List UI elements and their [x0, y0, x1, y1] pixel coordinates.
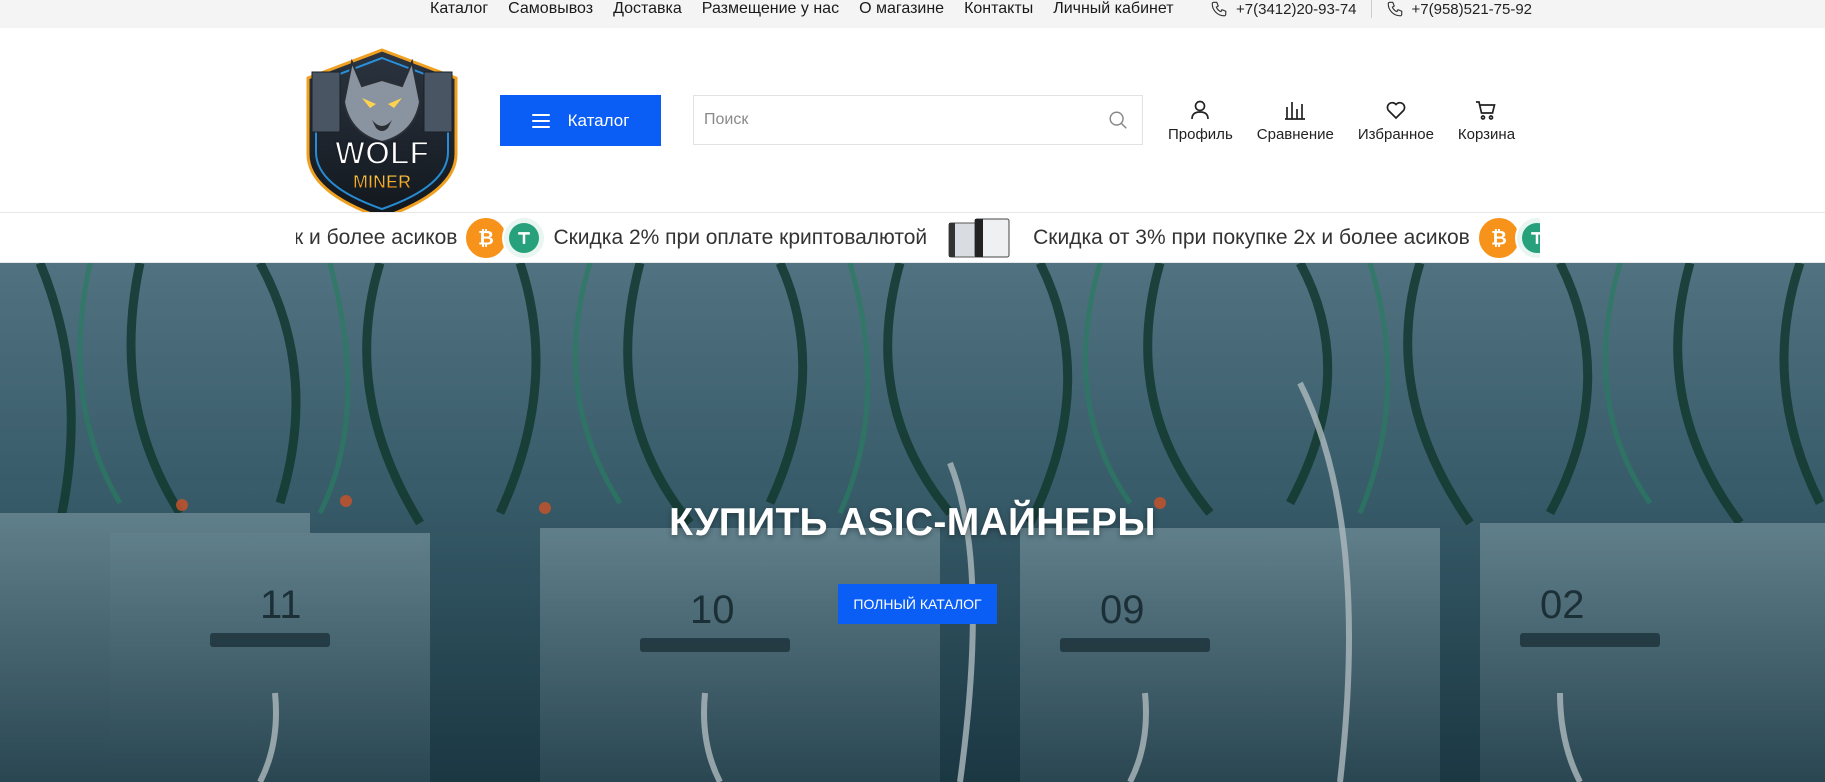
phone-number-2: +7(958)521-75-92	[1411, 0, 1533, 18]
tether-icon	[1514, 215, 1540, 260]
phone-icon	[1387, 1, 1402, 17]
cart-link[interactable]: Корзина	[1458, 98, 1515, 143]
cart-label: Корзина	[1457, 126, 1516, 143]
top-nav-catalog[interactable]: Каталог	[430, 0, 488, 18]
top-nav-about[interactable]: О магазине	[859, 0, 944, 18]
search-icon[interactable]	[1107, 109, 1129, 131]
phone-divider	[1370, 0, 1372, 18]
phone-list: +7(3412)20-93-74 +7(958)521-75-92	[1210, 0, 1532, 18]
hero-banner: 11 10 09 02 КУПИТЬ ASIC-МАЙНЕРЫ ПОЛНЫЙ К…	[0, 263, 1825, 782]
compare-icon	[1285, 102, 1306, 120]
logo-miner-text: MINER	[353, 172, 411, 192]
top-nav-hosting[interactable]: Размещение у нас	[702, 0, 839, 18]
catalog-button-label: Каталог	[567, 110, 630, 130]
heart-icon	[1386, 101, 1406, 120]
phone-link-2[interactable]: +7(958)521-75-92	[1386, 0, 1533, 18]
top-nav: Каталог Самовывоз Доставка Размещение у …	[430, 0, 1194, 18]
favorites-link[interactable]: Избранное	[1358, 98, 1434, 143]
top-nav-pickup[interactable]: Самовывоз	[508, 0, 593, 18]
svg-text:₿: ₿	[479, 227, 495, 249]
compare-link[interactable]: Сравнение	[1257, 98, 1334, 143]
ticker-text-bulk-discount: Скидка от 3% при покупке 2х и более асик…	[1033, 225, 1470, 249]
svg-text:₿: ₿	[1491, 227, 1507, 249]
tether-icon	[502, 215, 547, 260]
full-catalog-button[interactable]: ПОЛНЫЙ КАТАЛОГ	[838, 584, 997, 624]
user-icon	[1191, 100, 1210, 120]
profile-link[interactable]: Профиль	[1168, 98, 1233, 143]
cart-icon	[1476, 101, 1497, 120]
hero-title: КУПИТЬ ASIC-МАЙНЕРЫ	[669, 501, 1156, 544]
header-actions: Профиль Сравнение Избранное Корзина	[1168, 98, 1539, 143]
top-nav-delivery[interactable]: Доставка	[613, 0, 682, 18]
phone-number-1: +7(3412)20-93-74	[1236, 0, 1357, 18]
ticker-viewport: к и более асиков ₿ Скидка 2% при оплате …	[296, 213, 1540, 262]
compare-label: Сравнение	[1256, 126, 1334, 143]
logo-wolf-text: WOLF	[335, 135, 429, 171]
promo-ticker: к и более асиков ₿ Скидка 2% при оплате …	[0, 212, 1825, 263]
site-header: WOLF MINER Каталог Профиль Сравнение Изб…	[0, 28, 1825, 220]
favorites-label: Избранное	[1357, 126, 1434, 143]
ticker-track: к и более асиков ₿ Скидка 2% при оплате …	[296, 213, 1540, 262]
wolf-miner-logo[interactable]: WOLF MINER	[296, 42, 468, 224]
asic-miner-image	[948, 218, 1010, 257]
search-box	[693, 95, 1143, 145]
top-nav-account[interactable]: Личный кабинет	[1053, 0, 1173, 18]
phone-icon	[1211, 1, 1227, 17]
ticker-text-crypto-discount: Скидка 2% при оплате криптовалютой	[553, 225, 928, 249]
menu-icon	[531, 113, 550, 128]
top-bar: Каталог Самовывоз Доставка Размещение у …	[0, 0, 1825, 28]
phone-link-1[interactable]: +7(3412)20-93-74	[1210, 0, 1357, 18]
search-input[interactable]	[694, 96, 1107, 144]
catalog-button[interactable]: Каталог	[500, 95, 661, 146]
ticker-text-partial: к и более асиков	[296, 225, 458, 249]
profile-label: Профиль	[1168, 126, 1233, 143]
top-nav-contacts[interactable]: Контакты	[964, 0, 1033, 18]
